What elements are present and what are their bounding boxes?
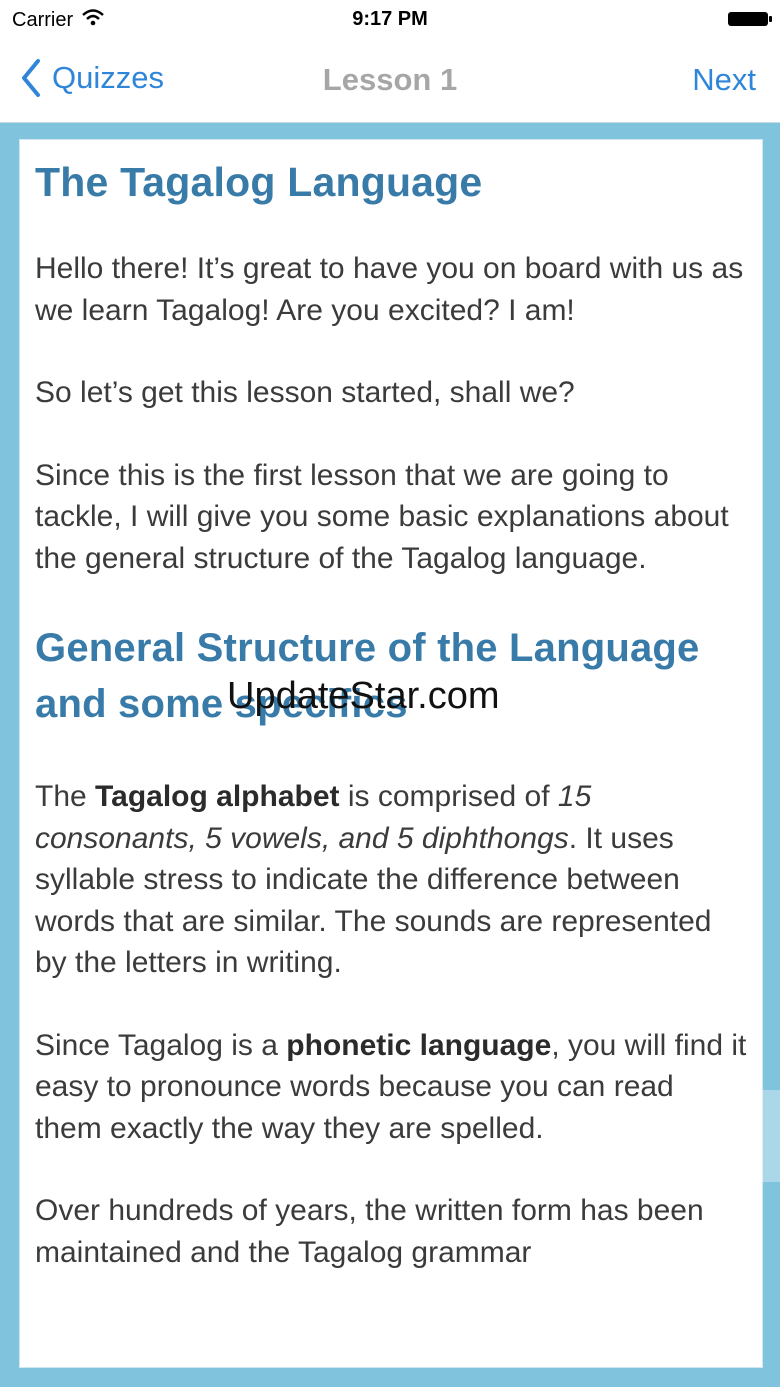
phonetic-paragraph: Since Tagalog is a phonetic language, yo… xyxy=(35,1025,747,1150)
history-paragraph: Over hundreds of years, the written form… xyxy=(35,1194,704,1269)
alphabet-text-2: is comprised of xyxy=(339,780,558,813)
phonetic-text-1: Since Tagalog is a xyxy=(35,1028,287,1062)
navigation-bar: Quizzes Lesson 1 Next xyxy=(0,40,780,123)
structure-intro-paragraph: Since this is the first lesson that we a… xyxy=(35,458,729,575)
next-button[interactable]: Next xyxy=(692,62,756,98)
status-bar: Carrier 9:17 PM xyxy=(0,0,780,40)
clock: 9:17 PM xyxy=(352,8,428,30)
alphabet-text-1: The xyxy=(35,780,96,813)
page-title: Lesson 1 xyxy=(322,62,458,97)
lesson-article: The Tagalog Language Hello there! It’s g… xyxy=(35,154,747,1314)
lesson-start-paragraph: So let’s get this lesson started, shall … xyxy=(35,376,575,409)
battery-icon xyxy=(728,12,772,26)
intro-paragraph: Hello there! It’s great to have you on b… xyxy=(35,252,744,327)
scroll-indicator[interactable] xyxy=(762,1090,780,1182)
lesson-content-card[interactable]: The Tagalog Language Hello there! It’s g… xyxy=(19,139,763,1368)
phonetic-bold-term: phonetic language xyxy=(286,1028,552,1062)
lesson-title: The Tagalog Language xyxy=(35,159,483,205)
section-heading: General Structure of the Language and so… xyxy=(35,626,700,726)
alphabet-paragraph: The Tagalog alphabet is comprised of 15 … xyxy=(35,776,747,984)
alphabet-bold-term: Tagalog alphabet xyxy=(95,780,340,813)
